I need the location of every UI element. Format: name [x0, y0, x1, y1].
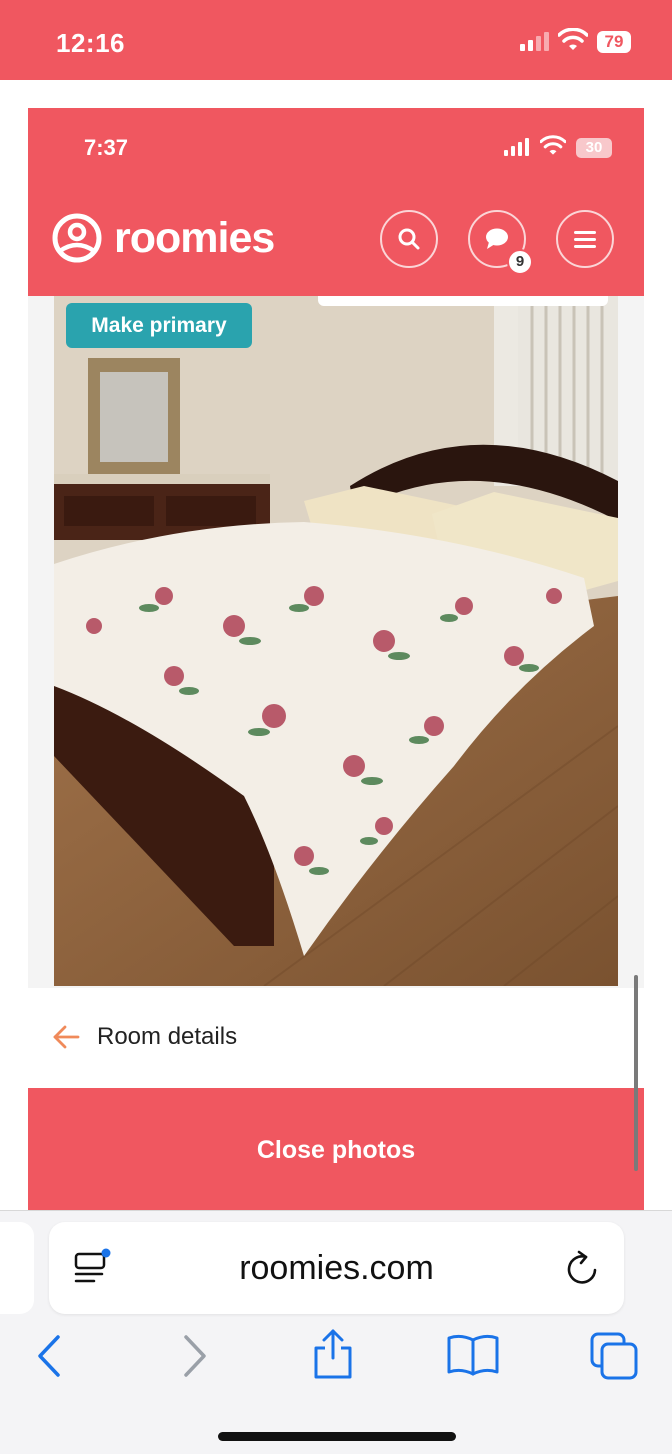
- menu-icon: [574, 231, 596, 248]
- bookmarks-book-icon[interactable]: [446, 1332, 500, 1383]
- photo-caption-strip: [318, 296, 608, 306]
- app-status-time: 7:37: [84, 135, 129, 160]
- room-photo[interactable]: [54, 296, 618, 986]
- app-wifi-icon: [539, 135, 567, 162]
- make-primary-button[interactable]: Make primary: [66, 303, 252, 348]
- roomies-logo-text[interactable]: roomies: [114, 214, 275, 263]
- back-chevron-icon[interactable]: [36, 1334, 64, 1383]
- page-scrollbar[interactable]: [634, 975, 638, 1171]
- roomies-logo-icon[interactable]: [52, 213, 102, 268]
- share-icon[interactable]: [310, 1328, 356, 1385]
- chat-badge: 9: [507, 249, 533, 275]
- menu-button[interactable]: [556, 210, 614, 268]
- app-battery-indicator: 30: [576, 138, 612, 158]
- battery-indicator: 79: [597, 31, 631, 53]
- url-text[interactable]: roomies.com: [49, 1249, 624, 1288]
- room-details-link[interactable]: Room details: [97, 1023, 237, 1051]
- forward-chevron-icon[interactable]: [180, 1334, 208, 1383]
- close-photos-button[interactable]: Close photos: [0, 1136, 672, 1165]
- previous-tab-preview[interactable]: [0, 1222, 34, 1314]
- device-time: 12:16: [56, 28, 125, 58]
- tabs-icon[interactable]: [588, 1330, 640, 1387]
- chat-bubble-icon: [486, 228, 508, 249]
- search-icon: [398, 228, 420, 250]
- wifi-icon: [557, 27, 589, 57]
- app-signal-icon: [504, 138, 532, 161]
- search-button[interactable]: [380, 210, 438, 268]
- arrow-left-icon[interactable]: [52, 1024, 80, 1055]
- home-indicator: [218, 1432, 456, 1441]
- reload-icon[interactable]: [564, 1250, 600, 1293]
- signal-icon: [520, 31, 552, 56]
